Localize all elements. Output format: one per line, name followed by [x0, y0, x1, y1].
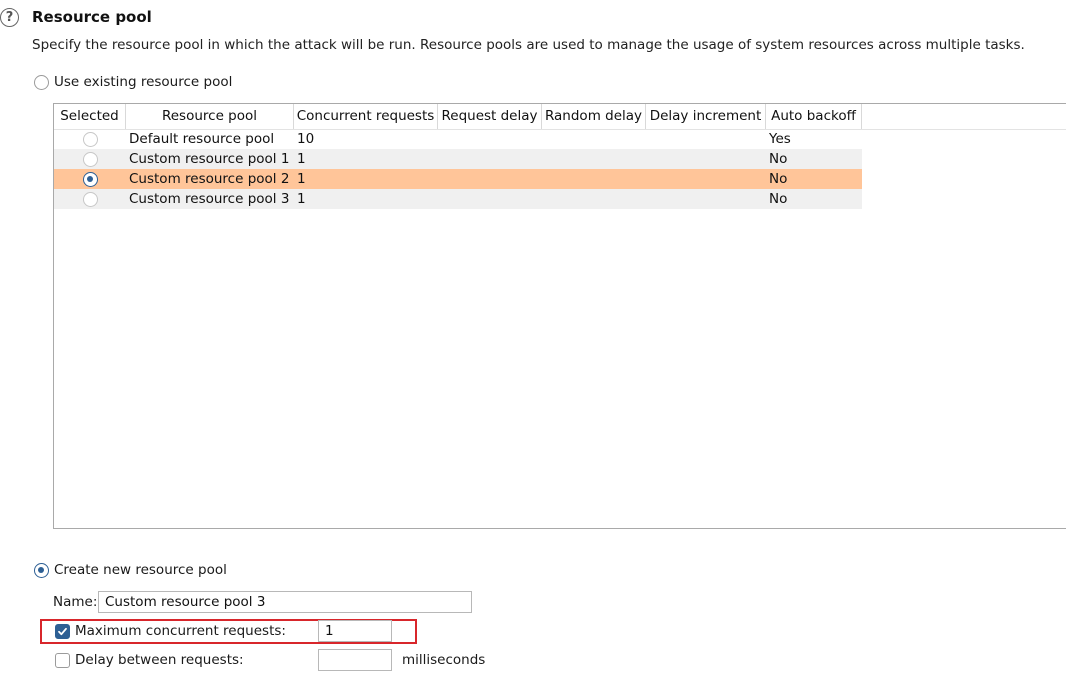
max-concurrent-option[interactable]: Maximum concurrent requests:	[55, 623, 286, 639]
table-row[interactable]: Custom resource pool 3 1 No	[54, 189, 862, 209]
row-select-radio[interactable]	[82, 131, 98, 147]
table-cell-request-delay	[438, 169, 542, 189]
table-cell-random-delay	[542, 169, 646, 189]
row-select-cell[interactable]	[54, 129, 126, 149]
table-cell-delay-increment	[646, 129, 766, 149]
section-description: Specify the resource pool in which the a…	[32, 37, 1025, 53]
table-cell-delay-increment	[646, 149, 766, 169]
table-cell-delay-increment	[646, 189, 766, 209]
row-select-cell[interactable]	[54, 149, 126, 169]
table-cell-request-delay	[438, 189, 542, 209]
table-cell-auto-backoff: Yes	[769, 131, 791, 147]
checkmark-icon	[58, 627, 67, 635]
delay-checkbox[interactable]	[55, 652, 70, 668]
delay-input[interactable]	[318, 649, 392, 671]
row-select-radio[interactable]	[82, 151, 98, 167]
table-cell-delay-increment	[646, 169, 766, 189]
row-select-cell[interactable]	[54, 169, 126, 189]
column-header[interactable]: Resource pool	[126, 104, 294, 129]
table-row[interactable]: Custom resource pool 1 1 No	[54, 149, 862, 169]
table-cell-auto-backoff: No	[769, 151, 788, 167]
use-existing-option[interactable]: Use existing resource pool	[34, 74, 232, 90]
row-select-radio[interactable]	[82, 171, 98, 187]
table-cell-concurrent: 1	[297, 171, 306, 187]
table-cell-random-delay	[542, 189, 646, 209]
delay-option[interactable]: Delay between requests:	[55, 652, 244, 668]
help-icon[interactable]: ?	[0, 8, 19, 27]
resource-pool-table[interactable]: Selected Resource pool Concurrent reques…	[53, 103, 1066, 529]
row-select-radio[interactable]	[82, 191, 98, 207]
table-row[interactable]: Custom resource pool 2 1 No	[54, 169, 862, 189]
column-header[interactable]: Request delay	[438, 104, 542, 129]
delay-unit-label: milliseconds	[402, 652, 486, 668]
create-new-option[interactable]: Create new resource pool	[34, 562, 227, 578]
create-new-label: Create new resource pool	[54, 562, 227, 578]
section-title: Resource pool	[32, 8, 152, 26]
max-concurrent-input[interactable]: 1	[318, 620, 392, 642]
table-cell-pool: Custom resource pool 1	[129, 151, 290, 167]
table-cell-request-delay	[438, 129, 542, 149]
name-label: Name:	[53, 594, 98, 610]
table-cell-random-delay	[542, 149, 646, 169]
table-cell-pool: Custom resource pool 3	[129, 191, 290, 207]
column-header[interactable]: Concurrent requests	[294, 104, 438, 129]
column-header[interactable]: Selected	[54, 104, 126, 129]
table-cell-concurrent: 10	[297, 131, 315, 147]
create-new-radio[interactable]	[34, 562, 49, 578]
name-field[interactable]: Custom resource pool 3	[98, 591, 472, 613]
column-header[interactable]: Random delay	[542, 104, 646, 129]
table-header: Selected Resource pool Concurrent reques…	[54, 104, 1066, 130]
table-row[interactable]: Default resource pool 10 Yes	[54, 129, 862, 149]
row-select-cell[interactable]	[54, 189, 126, 209]
column-header[interactable]: Delay increment	[646, 104, 766, 129]
table-cell-random-delay	[542, 129, 646, 149]
table-cell-pool: Default resource pool	[129, 131, 275, 147]
table-cell-auto-backoff: No	[769, 191, 788, 207]
table-cell-request-delay	[438, 149, 542, 169]
max-concurrent-label: Maximum concurrent requests:	[75, 623, 286, 639]
max-concurrent-checkbox[interactable]	[55, 623, 70, 639]
delay-label: Delay between requests:	[75, 652, 244, 668]
table-cell-concurrent: 1	[297, 191, 306, 207]
column-header[interactable]: Auto backoff	[766, 104, 862, 129]
use-existing-radio[interactable]	[34, 74, 49, 90]
table-cell-concurrent: 1	[297, 151, 306, 167]
table-cell-auto-backoff: No	[769, 171, 788, 187]
table-cell-pool: Custom resource pool 2	[129, 171, 290, 187]
use-existing-label: Use existing resource pool	[54, 74, 233, 90]
